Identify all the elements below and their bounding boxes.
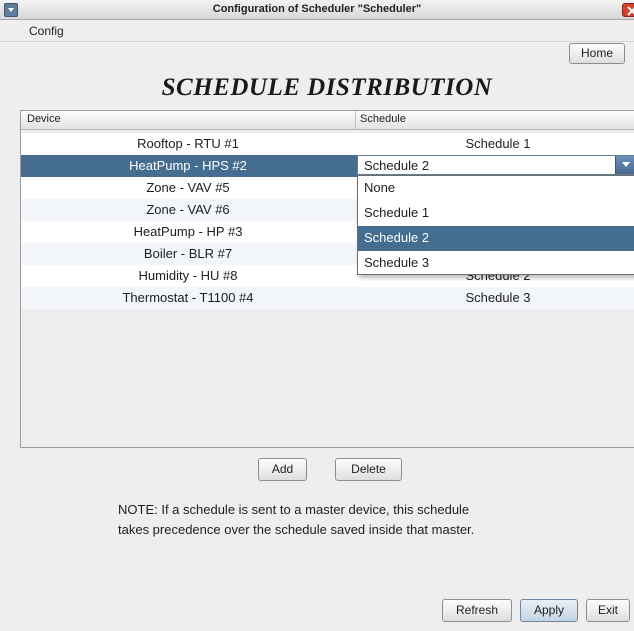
window-title: Configuration of Scheduler "Scheduler" xyxy=(212,3,422,15)
apply-button[interactable]: Apply xyxy=(520,599,578,622)
dropdown-option[interactable]: Schedule 1 xyxy=(358,201,634,226)
add-button[interactable]: Add xyxy=(258,458,307,481)
dropdown-option[interactable]: Schedule 2 xyxy=(358,226,634,251)
delete-button[interactable]: Delete xyxy=(335,458,402,481)
schedule-cell: Schedule 3 xyxy=(465,290,531,305)
chevron-down-icon[interactable] xyxy=(615,156,634,174)
device-cell: Rooftop - RTU #1 xyxy=(137,136,239,151)
refresh-button[interactable]: Refresh xyxy=(442,599,512,622)
schedule-combo[interactable]: Schedule 2 xyxy=(357,155,634,175)
dropdown-option[interactable]: None xyxy=(358,176,634,201)
exit-button[interactable]: Exit xyxy=(586,599,630,622)
schedule-combo-value: Schedule 2 xyxy=(364,158,430,173)
column-header-device[interactable]: Device xyxy=(27,113,61,125)
page-title: SCHEDULE DISTRIBUTION xyxy=(161,74,493,101)
table-row[interactable]: Rooftop - RTU #1 Schedule 1 xyxy=(21,133,634,155)
table-row[interactable]: Thermostat - T1100 #4 Schedule 3 xyxy=(21,287,634,309)
device-cell: Zone - VAV #5 xyxy=(146,180,230,195)
home-button[interactable]: Home xyxy=(569,43,625,64)
menu-config[interactable]: Config xyxy=(29,24,64,38)
schedule-dropdown-list: None Schedule 1 Schedule 2 Schedule 3 xyxy=(357,175,634,275)
column-divider xyxy=(355,111,356,130)
note-line-2: takes precedence over the schedule saved… xyxy=(118,522,475,537)
close-icon[interactable] xyxy=(622,3,634,17)
dropdown-option[interactable]: Schedule 3 xyxy=(358,251,634,276)
schedule-cell: Schedule 1 xyxy=(465,136,531,151)
device-cell: Humidity - HU #8 xyxy=(138,268,238,283)
menu-bar xyxy=(0,20,634,42)
device-cell: Thermostat - T1100 #4 xyxy=(122,290,254,305)
note-line-1: NOTE: If a schedule is sent to a master … xyxy=(118,502,470,517)
device-cell: Boiler - BLR #7 xyxy=(143,246,233,261)
column-header-schedule[interactable]: Schedule xyxy=(360,113,406,125)
table-header: Device Schedule xyxy=(21,111,634,130)
device-cell: HeatPump - HPS #2 xyxy=(129,158,247,173)
device-cell: Zone - VAV #6 xyxy=(146,202,230,217)
title-bar: Configuration of Scheduler "Scheduler" xyxy=(0,0,634,20)
device-cell: HeatPump - HP #3 xyxy=(133,224,243,239)
